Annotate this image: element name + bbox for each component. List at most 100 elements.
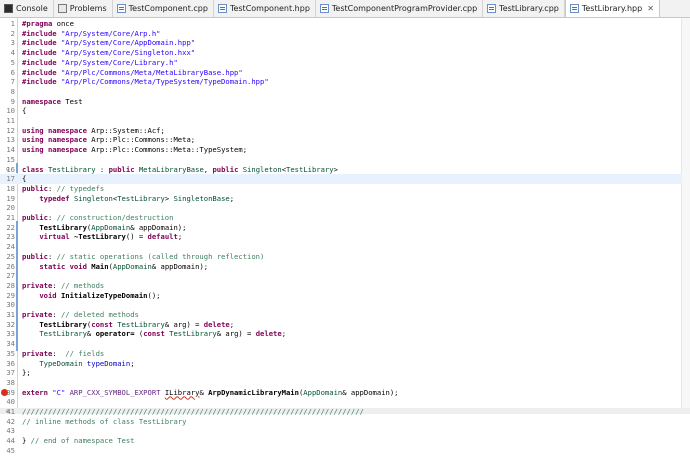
- code-line[interactable]: 16 ⊖ class TestLibrary : public MetaLibrar…: [0, 165, 682, 175]
- fold-toggle-icon[interactable]: ⊖: [6, 165, 10, 175]
- line-number: 24: [6, 242, 15, 252]
- line-number: 17: [6, 174, 15, 184]
- code-line[interactable]: 30: [0, 300, 682, 310]
- tab-testlibrary-cpp[interactable]: TestLibrary.cpp: [483, 0, 565, 17]
- fold-toggle-icon[interactable]: ⊖: [6, 407, 10, 417]
- code-token: using: [22, 135, 44, 145]
- line-number: 8: [10, 86, 15, 96]
- code-line[interactable]: 38: [0, 378, 682, 388]
- code-token: TestLibrary: [39, 319, 87, 329]
- code-line[interactable]: 31 private: // deleted methods: [0, 310, 682, 320]
- code-text: public: // construction/destruction: [22, 213, 173, 223]
- line-number: 10: [6, 106, 15, 116]
- code-text: private: // deleted methods: [22, 310, 139, 320]
- code-line[interactable]: 45: [0, 446, 682, 456]
- hpp-file-icon: [217, 4, 227, 13]
- code-token: public: [212, 164, 239, 174]
- code-line[interactable]: 34: [0, 339, 682, 349]
- code-line[interactable]: 5 #include "Arp/System/Core/Library.h": [0, 58, 682, 68]
- code-line[interactable]: 11: [0, 116, 682, 126]
- line-number: 9: [10, 96, 15, 106]
- code-line[interactable]: 1 #pragma once: [0, 19, 682, 29]
- code-editor[interactable]: 1 #pragma once 2 #include "Arp/System/Core/…: [0, 18, 690, 455]
- code-line[interactable]: 28 private: // methods: [0, 281, 682, 291]
- tab-problems[interactable]: Problems: [54, 0, 113, 17]
- code-line[interactable]: 43: [0, 426, 682, 436]
- code-line[interactable]: 6 #include "Arp/Plc/Commons/Meta/MetaLibr…: [0, 68, 682, 78]
- tab-testcomponent-hpp[interactable]: TestComponent.hpp: [214, 0, 316, 17]
- code-token: () =: [125, 232, 148, 242]
- code-token: using: [22, 145, 44, 155]
- code-line[interactable]: 42 // inline methods of class TestLibrary: [0, 417, 682, 427]
- code-token: static: [39, 261, 66, 271]
- code-line[interactable]: 32 TestLibrary(const TestLibrary& arg) =…: [0, 320, 682, 330]
- code-line[interactable]: 17 {: [0, 174, 682, 184]
- code-token: :: [47, 183, 57, 193]
- tab-console[interactable]: Console: [0, 0, 54, 17]
- code-line[interactable]: 21 public: // construction/destruction: [0, 213, 682, 223]
- code-line[interactable]: 39 extern "C" ARP_CXX_SYMBOL_EXPORT ILibr…: [0, 388, 682, 398]
- tab-testcomponentprogramprovider-cpp[interactable]: TestComponentProgramProvider.cpp: [316, 0, 484, 17]
- code-line[interactable]: 14 using namespace Arp::Plc::Commons::Met…: [0, 145, 682, 155]
- code-line[interactable]: 3 #include "Arp/System/Core/AppDomain.hpp…: [0, 38, 682, 48]
- code-line[interactable]: 10 {: [0, 106, 682, 116]
- code-line[interactable]: 9 namespace Test: [0, 97, 682, 107]
- code-line[interactable]: 22 TestLibrary(AppDomain& appDomain);: [0, 223, 682, 233]
- line-number: 35: [6, 348, 15, 358]
- code-token: Arp::Plc::Commons::Meta::TypeSystem;: [86, 145, 248, 155]
- code-line[interactable]: 24: [0, 242, 682, 252]
- code-line[interactable]: 23 virtual ~TestLibrary() = default;: [0, 232, 682, 242]
- code-token: ;: [229, 193, 235, 203]
- overview-ruler[interactable]: [681, 18, 690, 414]
- code-line[interactable]: 20: [0, 203, 682, 213]
- code-line[interactable]: 35 private: // fields: [0, 349, 682, 359]
- line-number: 19: [6, 193, 15, 203]
- code-token: ILibrary: [164, 387, 200, 397]
- code-token: &: [86, 329, 96, 339]
- code-line[interactable]: 18 public: // typedefs: [0, 184, 682, 194]
- code-line[interactable]: 19 typedef Singleton<TestLibrary> Single…: [0, 194, 682, 204]
- code-token: // fields: [65, 348, 105, 358]
- code-line[interactable]: 25 public: // static operations (called t…: [0, 252, 682, 262]
- code-line[interactable]: 41 ⊖/////////////////////////////////////…: [0, 407, 682, 417]
- tab-testcomponent-cpp[interactable]: TestComponent.cpp: [113, 0, 214, 17]
- code-token: :: [52, 310, 61, 319]
- code-token: private: [22, 280, 53, 290]
- code-line[interactable]: 36 TypeDomain typeDomain;: [0, 359, 682, 369]
- code-line[interactable]: 37};: [0, 368, 682, 378]
- code-line[interactable]: 40: [0, 397, 682, 407]
- code-line[interactable]: 4 #include "Arp/System/Core/Singleton.hxx…: [0, 48, 682, 58]
- close-tab-icon[interactable]: ✕: [647, 4, 654, 13]
- code-line[interactable]: 7 #include "Arp/Plc/Commons/Meta/TypeSyst…: [0, 77, 682, 87]
- code-text: {: [22, 174, 26, 184]
- code-line[interactable]: 33 TestLibrary& operator= (const TestLib…: [0, 329, 682, 339]
- code-text: using namespace Arp::System::Acf;: [22, 126, 165, 136]
- code-line[interactable]: 29 void InitializeTypeDomain();: [0, 291, 682, 301]
- code-token: private: [22, 310, 53, 319]
- tab-label: TestLibrary.cpp: [499, 4, 559, 13]
- code-line[interactable]: 2 #include "Arp/System/Core/Arp.h": [0, 29, 682, 39]
- tab-label: TestLibrary.hpp: [581, 4, 643, 13]
- code-line[interactable]: 44} // end of namespace Test: [0, 436, 682, 446]
- line-number: 34: [6, 339, 15, 349]
- line-number: 25: [6, 251, 15, 261]
- code-token: TestLibrary: [169, 329, 217, 339]
- code-line[interactable]: 12 using namespace Arp::System::Acf;: [0, 126, 682, 136]
- error-marker-icon[interactable]: [1, 388, 8, 396]
- console-icon: [4, 4, 13, 13]
- tab-testlibrary-hpp[interactable]: TestLibrary.hpp ✕: [564, 0, 660, 17]
- code-line[interactable]: 8: [0, 87, 682, 97]
- ide-window: Console Problems TestComponent.cpp TestComp…: [0, 0, 690, 455]
- code-token: TestLibrary: [39, 329, 87, 339]
- code-token: "Arp/Plc/Commons/Meta/TypeSystem/TypeDom…: [60, 77, 269, 87]
- code-line[interactable]: 26 static void Main(AppDomain& appDomain…: [0, 262, 682, 272]
- code-token: typedef: [39, 193, 70, 203]
- code-line[interactable]: 15: [0, 155, 682, 165]
- line-number: 44: [6, 436, 15, 446]
- code-line[interactable]: 13 using namespace Arp::Plc::Commons::Met…: [0, 135, 682, 145]
- code-line[interactable]: 27: [0, 271, 682, 281]
